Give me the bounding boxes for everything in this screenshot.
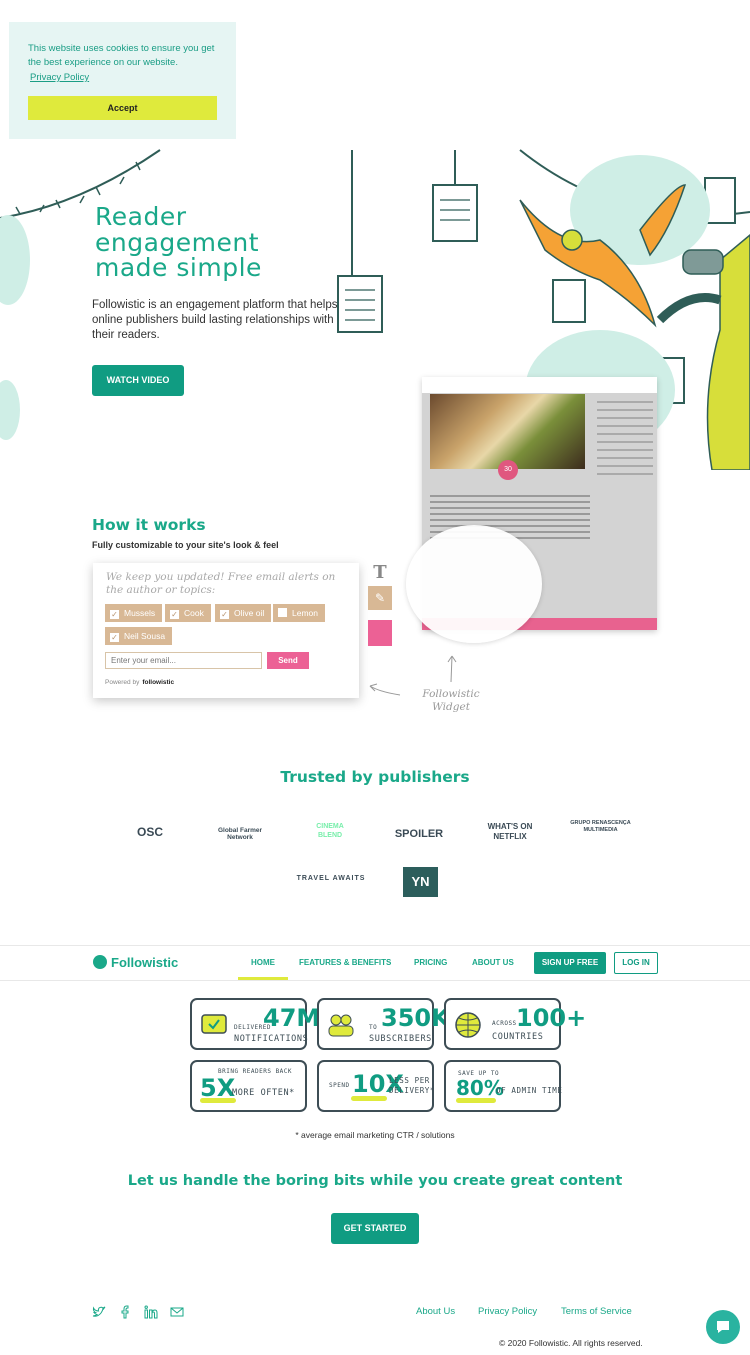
stat-card: SPEND 10X LESS PER DELIVERY* [317,1060,434,1112]
checkbox-icon: ✓ [170,610,179,619]
footer-terms-link[interactable]: Terms of Service [561,1306,632,1317]
logo-travel-awaits: TRAVEL AWAITS [296,875,366,882]
stat-prefix: TO [369,1024,378,1031]
color-picker-icon[interactable]: ✎ [368,586,392,610]
stat-label: OF ADMIN TIME [496,1086,563,1095]
cookie-message: This website uses cookies to ensure you … [28,43,215,68]
topic-chip[interactable]: ✓ Olive oil [215,604,272,622]
stat-card: ACROSS 100+ COUNTRIES [444,998,586,1050]
email-field[interactable]: Enter your email... [105,652,262,669]
powered-by-brand: followistic [142,679,175,686]
people-icon [328,1014,354,1037]
followistic-logo-icon [93,955,107,969]
how-it-works-title: How it works [92,516,206,534]
mail-icon[interactable] [170,1305,184,1319]
stat-prefix: ACROSS [492,1020,517,1027]
footer-about-link[interactable]: About Us [416,1306,455,1317]
stat-label: MORE OFTEN* [232,1088,295,1098]
topic-chip[interactable]: Lemon [273,604,325,622]
nav-home[interactable]: HOME [251,958,275,967]
food-photo [430,394,585,469]
topic-chip[interactable]: ✓ Cook [165,604,211,622]
logo-osc: OSC [136,825,163,839]
accept-cookies-button[interactable]: Accept [28,96,217,120]
linkedin-icon[interactable] [144,1305,158,1319]
color-swatch[interactable] [368,620,392,646]
stat-number: 5X [200,1074,236,1102]
nav-about[interactable]: ABOUT US [472,958,514,967]
hero-description: Followistic is an engagement platform th… [92,299,338,341]
style-tools: T ✎ [368,562,392,652]
checkbox-icon: ✓ [110,633,119,642]
followistic-widget: We keep you updated! Free email alerts o… [93,563,359,698]
chat-button[interactable] [706,1310,740,1344]
topic-chip[interactable]: ✓ Mussels [105,604,163,622]
logo-cinema-blend: CINEMA BLEND [316,823,344,839]
trusted-title: Trusted by publishers [280,768,470,786]
cta-tagline: Let us handle the boring bits while you … [127,1173,623,1189]
stat-label: SUBSCRIBERS [369,1034,432,1044]
logo-renascenca: GRUPO RENASCENÇA MULTIMEDIA [570,820,631,833]
how-it-works-subtitle: Fully customizable to your site's look &… [92,540,279,550]
stat-number: 100+ [516,1004,587,1032]
text-style-icon[interactable]: T [368,562,392,584]
chip-label: Mussels [124,608,156,618]
stat-label: NOTIFICATIONS [234,1034,309,1044]
stat-card: TO 350K SUBSCRIBERS [317,998,450,1050]
chip-label: Olive oil [234,608,265,618]
cookie-banner: This website uses cookies to ensure you … [9,22,236,139]
copyright: © 2020 Followistic. All rights reserved. [499,1338,643,1348]
checkbox-icon [278,608,287,617]
brand-name: Followistic [111,955,179,970]
send-button[interactable]: Send [267,652,309,669]
widget-annotation: Followistic Widget [422,688,480,713]
stat-label: COUNTRIES [492,1032,544,1042]
chat-icon [717,1321,729,1333]
facebook-icon[interactable] [118,1305,132,1319]
stat-card: BRING READERS BACK 5X MORE OFTEN* [190,1060,307,1112]
log-in-button[interactable]: LOG IN [614,952,658,974]
nav-pricing[interactable]: PRICING [414,958,447,967]
twitter-icon[interactable] [92,1305,106,1319]
stat-label: LESS PER DELIVERY* [389,1076,436,1095]
preview-sidebar [597,401,653,481]
active-indicator [238,977,288,980]
powered-by-label: Powered by [105,679,140,686]
checkbox-icon: ✓ [220,610,229,619]
preview-header [422,377,657,393]
footer-privacy-link[interactable]: Privacy Policy [478,1306,537,1317]
stats-footnote: * average email marketing CTR / solution… [295,1130,455,1140]
main-nav: Followistic HOME FEATURES & BENEFITS PRI… [0,945,750,981]
chip-label: Neil Sousa [124,631,166,641]
watch-video-button[interactable]: WATCH VIDEO [92,365,184,396]
hero-title: Reader engagement made simple [95,202,262,282]
stat-prefix: SPEND [329,1082,350,1089]
preview-badge: 30 [498,460,518,480]
stat-card: SAVE UP TO 80% OF ADMIN TIME [444,1060,563,1112]
logo-global-farmer: Global Farmer Network [217,827,263,841]
nav-features[interactable]: FEATURES & BENEFITS [299,958,391,967]
logo-spoiler: SPOILER [394,828,444,840]
stat-card: DELIVERED 47M NOTIFICATIONS [190,998,320,1050]
checkbox-icon: ✓ [110,610,119,619]
brand-logo[interactable]: Followistic [93,955,178,970]
logo-whats-on-netflix: WHAT'S ON NETFLIX [487,822,533,841]
chip-label: Cook [184,608,204,618]
magnifier-lens [406,525,542,643]
get-started-button[interactable]: GET STARTED [331,1213,419,1244]
widget-title: We keep you updated! Free email alerts o… [106,571,336,596]
chip-label: Lemon [292,608,318,618]
globe-icon [455,1012,481,1038]
stat-number: 350K [381,1004,450,1032]
notification-icon [201,1014,227,1034]
logo-yn: YN [403,867,438,897]
stat-number: 47M [263,1004,321,1032]
powered-by: Powered by followistic [105,679,174,686]
topic-chip[interactable]: ✓ Neil Sousa [105,627,173,645]
sign-up-button[interactable]: SIGN UP FREE [534,952,606,974]
privacy-policy-link[interactable]: Privacy Policy [30,72,89,83]
